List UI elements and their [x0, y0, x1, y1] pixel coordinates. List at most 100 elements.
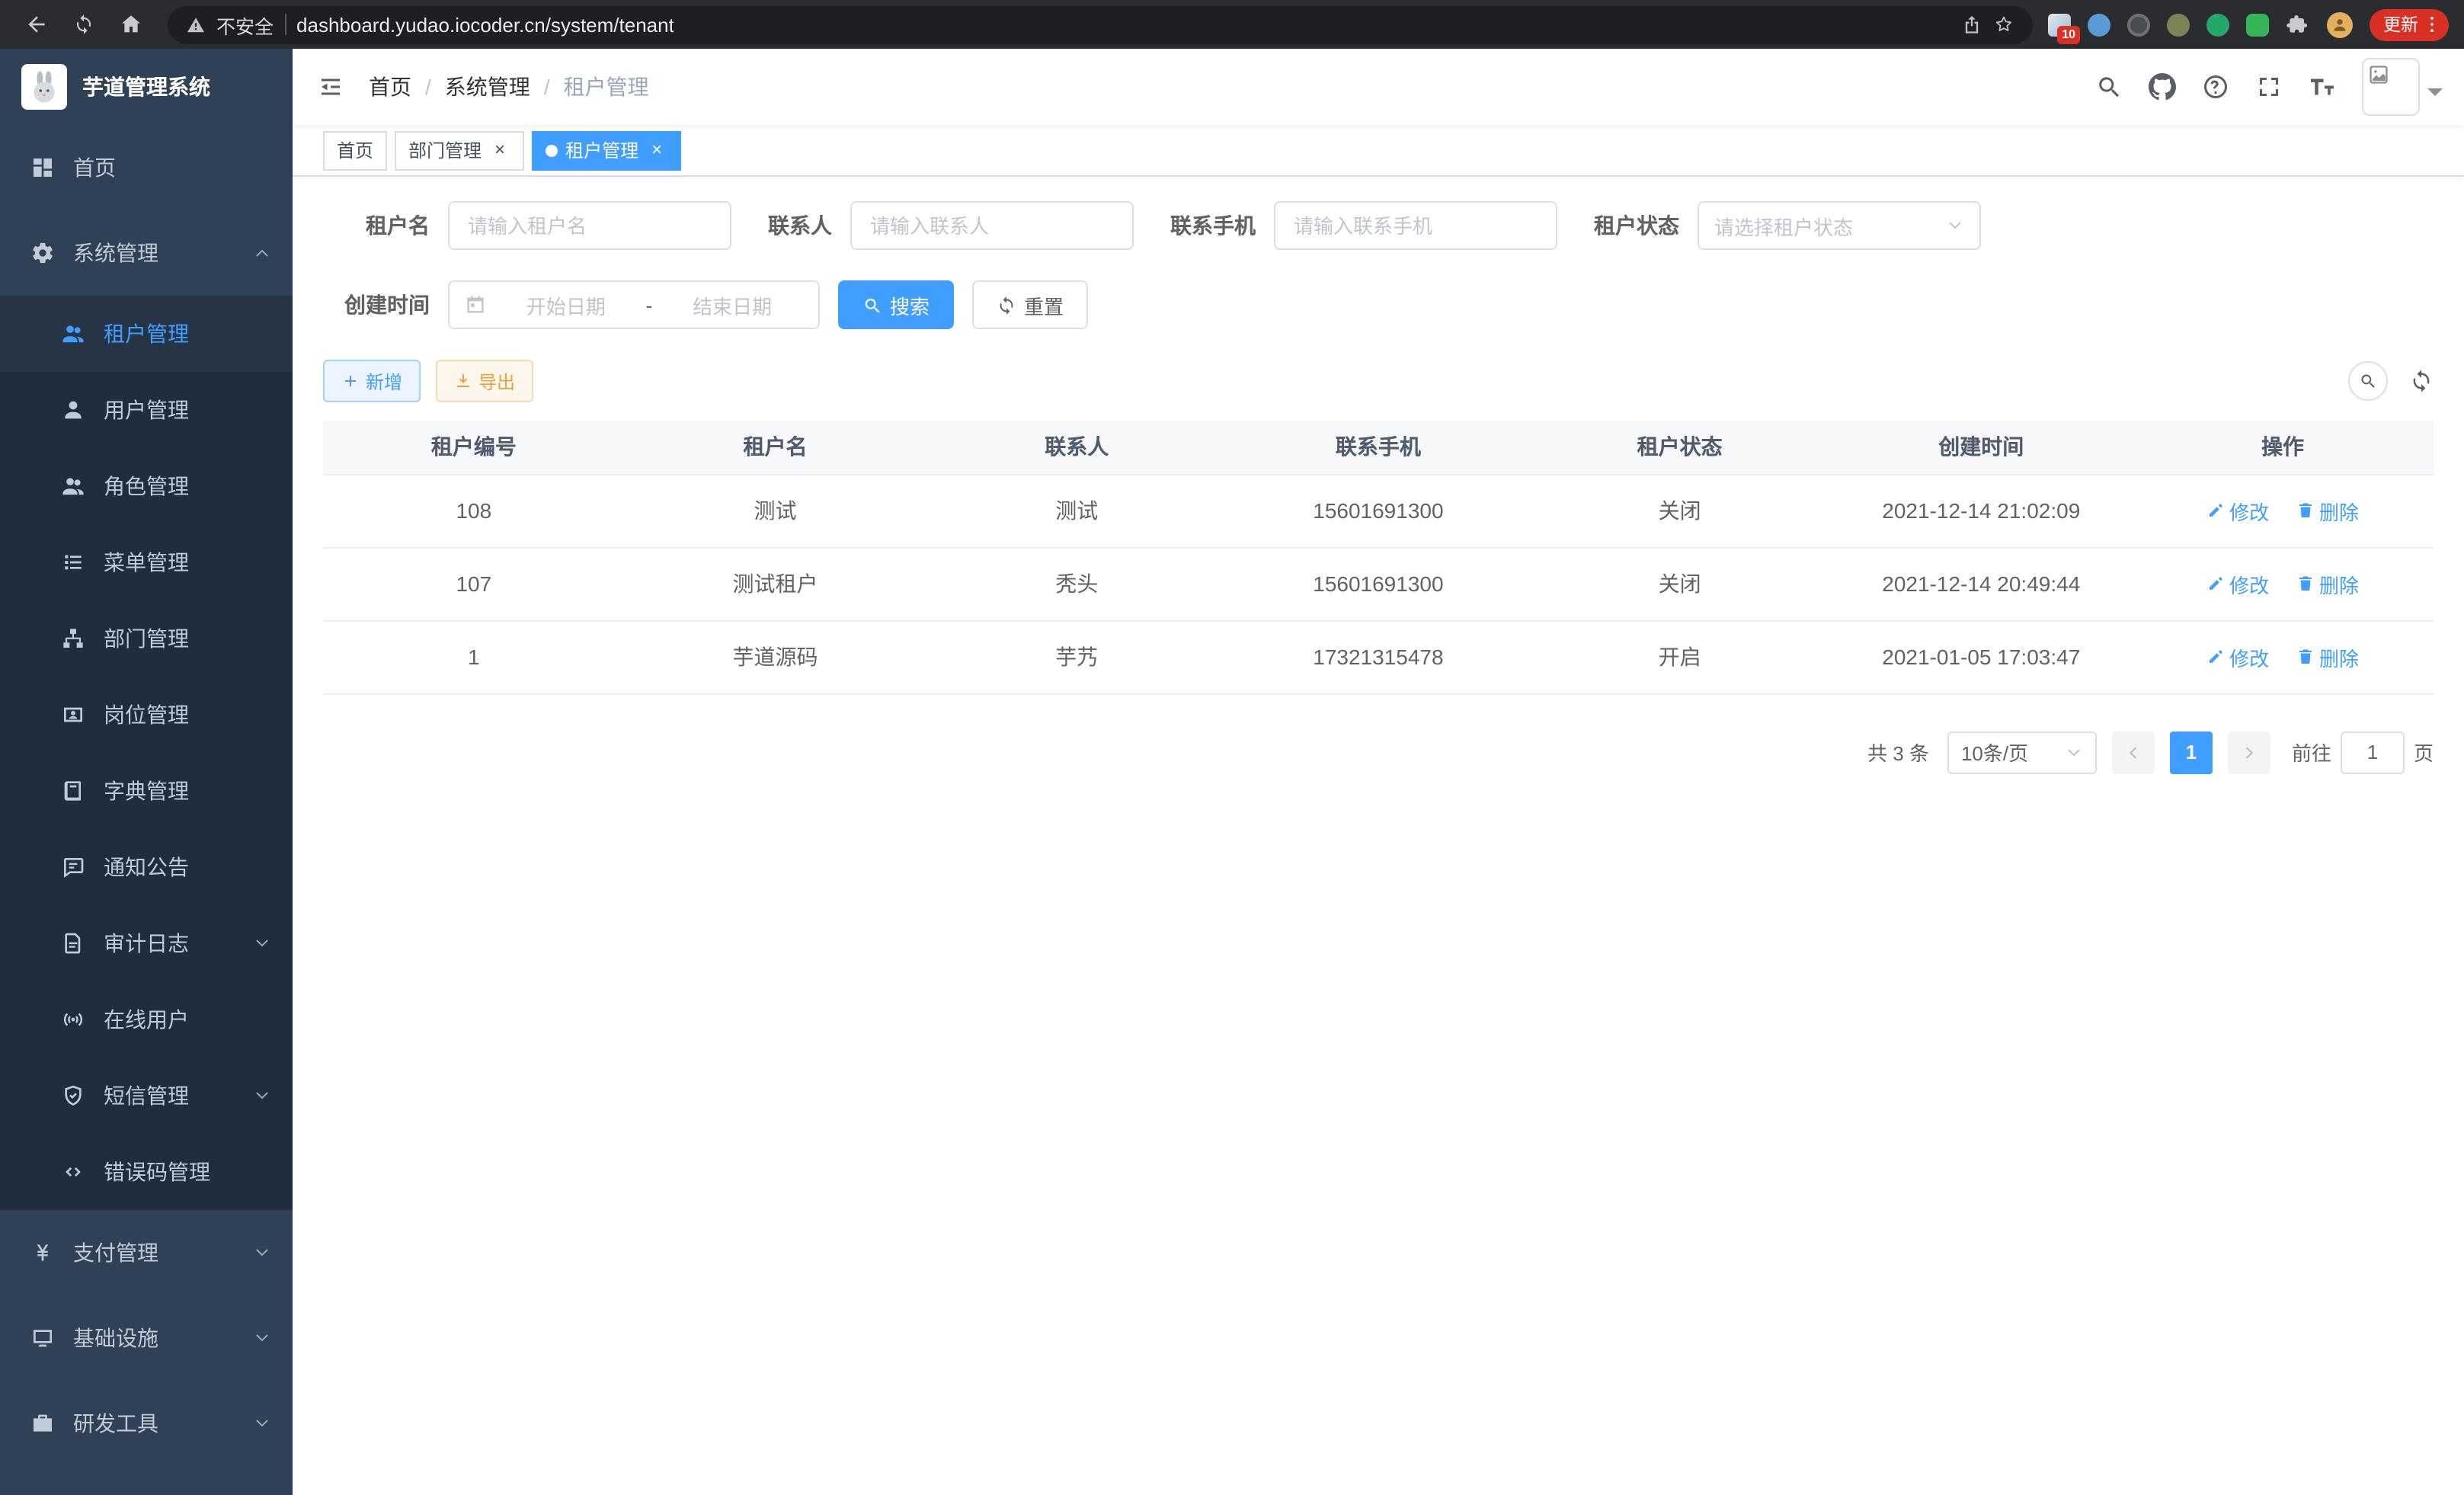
prev-page-button[interactable] — [2112, 731, 2155, 773]
user-avatar-menu[interactable] — [2362, 58, 2443, 116]
add-button[interactable]: 新增 — [323, 360, 421, 402]
bookmark-star-button[interactable] — [1993, 14, 2014, 35]
extension-button-2[interactable] — [2088, 13, 2110, 36]
edit-label: 修改 — [2229, 496, 2269, 525]
sidebar-item-tenant[interactable]: 租户管理 — [0, 296, 293, 372]
export-button[interactable]: 导出 — [436, 360, 533, 402]
sidebar-item-label: 角色管理 — [104, 471, 189, 501]
sidebar-item-role[interactable]: 角色管理 — [0, 448, 293, 524]
browser-update-button[interactable]: 更新 — [2370, 8, 2449, 40]
sidebar-item-user[interactable]: 用户管理 — [0, 372, 293, 448]
col-tenant-id: 租户编号 — [323, 421, 625, 474]
security-label[interactable]: 不安全 — [216, 10, 274, 39]
delete-button[interactable]: 删除 — [2296, 642, 2359, 671]
app-title: 芋道管理系统 — [82, 72, 210, 102]
sidebar-item-auditlog[interactable]: 审计日志 — [0, 905, 293, 981]
help-button[interactable] — [2202, 73, 2229, 101]
search-button[interactable]: 搜索 — [838, 280, 954, 329]
browser-home-button[interactable] — [119, 12, 143, 37]
extension-button-6[interactable] — [2246, 13, 2269, 36]
share-button[interactable] — [1961, 14, 1982, 35]
phone-input[interactable] — [1274, 201, 1557, 250]
table-row: 107 测试租户 秃头 15601691300 关闭 2021-12-14 20… — [323, 547, 2434, 620]
edit-pencil-icon — [2206, 575, 2225, 593]
reset-button[interactable]: 重置 — [972, 280, 1088, 329]
col-contact: 联系人 — [926, 421, 1227, 474]
role-users-icon — [61, 474, 85, 498]
extension-button-5[interactable] — [2206, 13, 2229, 36]
sidebar-collapse-button[interactable] — [293, 73, 369, 101]
tenant-name-input[interactable] — [448, 201, 731, 250]
extension-button-3[interactable] — [2127, 13, 2150, 36]
browser-menu-dots-icon[interactable] — [2421, 14, 2443, 35]
font-size-button[interactable] — [2309, 73, 2336, 101]
tab-label: 首页 — [337, 137, 373, 163]
reset-button-label: 重置 — [1024, 290, 1064, 319]
contact-input[interactable] — [850, 201, 1134, 250]
chevron-right-icon — [2240, 743, 2258, 761]
sidebar-item-notice[interactable]: 通知公告 — [0, 829, 293, 905]
close-icon[interactable]: × — [646, 139, 667, 161]
sidebar-item-system[interactable]: 系统管理 — [0, 210, 293, 296]
delete-button[interactable]: 删除 — [2296, 496, 2359, 525]
tab-label: 部门管理 — [408, 137, 482, 163]
delete-button[interactable]: 删除 — [2296, 569, 2359, 598]
sidebar-item-menu[interactable]: 菜单管理 — [0, 524, 293, 600]
refresh-table-button[interactable] — [2409, 369, 2434, 393]
goto-label: 前往 — [2292, 738, 2331, 767]
header-search-button[interactable] — [2095, 73, 2123, 101]
goto-page-input[interactable] — [2341, 731, 2405, 773]
sidebar-item-pay[interactable]: 支付管理 — [0, 1210, 293, 1295]
download-icon — [454, 372, 472, 390]
url-text[interactable]: dashboard.yudao.iocoder.cn/system/tenant — [296, 13, 674, 36]
create-time-range-picker[interactable]: 开始日期 - 结束日期 — [448, 280, 820, 329]
sidebar-item-post[interactable]: 岗位管理 — [0, 677, 293, 753]
extensions-menu-button[interactable] — [2286, 12, 2310, 37]
toolbar-right-actions — [2348, 361, 2434, 401]
sidebar-item-infra[interactable]: 基础设施 — [0, 1295, 293, 1381]
browser-back-button[interactable] — [24, 12, 49, 37]
table-header-row: 租户编号 租户名 联系人 联系手机 租户状态 创建时间 操作 — [323, 421, 2434, 474]
breadcrumb-system[interactable]: 系统管理 — [445, 72, 530, 102]
edit-button[interactable]: 修改 — [2206, 496, 2269, 525]
fullscreen-button[interactable] — [2255, 73, 2283, 101]
browser-profile-avatar[interactable] — [2327, 11, 2353, 37]
edit-button[interactable]: 修改 — [2206, 569, 2269, 598]
sidebar-item-online-user[interactable]: 在线用户 — [0, 981, 293, 1058]
sidebar-item-home[interactable]: 首页 — [0, 125, 293, 210]
sidebar-item-sms[interactable]: 短信管理 — [0, 1058, 293, 1134]
next-page-button[interactable] — [2228, 731, 2270, 773]
tab-tenant[interactable]: 租户管理 × — [532, 130, 681, 170]
toggle-search-button[interactable] — [2348, 361, 2388, 401]
tab-dept[interactable]: 部门管理 × — [395, 130, 524, 170]
tenant-status-select[interactable]: 请选择租户状态 — [1698, 201, 1981, 250]
avatar[interactable] — [2362, 58, 2420, 116]
close-icon[interactable]: × — [489, 139, 510, 161]
hamburger-fold-icon — [317, 73, 344, 101]
sidebar-item-label: 租户管理 — [104, 319, 189, 349]
sidebar-item-devtool[interactable]: 研发工具 — [0, 1381, 293, 1466]
extension-button-1[interactable]: 10 — [2048, 13, 2071, 36]
address-bar-separator — [284, 14, 286, 35]
sidebar-item-label: 首页 — [73, 152, 116, 183]
code-icon — [61, 1160, 85, 1184]
tab-home[interactable]: 首页 — [323, 130, 387, 170]
sidebar-item-dept[interactable]: 部门管理 — [0, 600, 293, 677]
col-tenant-name: 租户名 — [625, 421, 926, 474]
extension-button-4[interactable] — [2167, 13, 2190, 36]
cell-created: 2021-01-05 17:03:47 — [1830, 620, 2132, 693]
sidebar-item-errorcode[interactable]: 错误码管理 — [0, 1134, 293, 1210]
col-actions: 操作 — [2132, 421, 2434, 474]
address-bar[interactable]: 不安全 dashboard.yudao.iocoder.cn/system/te… — [168, 5, 2033, 43]
breadcrumb-current: 租户管理 — [564, 72, 649, 102]
page-size-select[interactable]: 10条/页 — [1947, 731, 2097, 773]
edit-button[interactable]: 修改 — [2206, 642, 2269, 671]
org-tree-icon — [61, 626, 85, 651]
breadcrumb-home[interactable]: 首页 — [369, 72, 411, 102]
github-link[interactable] — [2149, 73, 2176, 101]
browser-refresh-button[interactable] — [73, 14, 94, 35]
sidebar-item-dict[interactable]: 字典管理 — [0, 753, 293, 829]
tags-view: 首页 部门管理 × 租户管理 × — [293, 125, 2464, 177]
page-1-button[interactable]: 1 — [2170, 731, 2213, 773]
book-icon — [61, 779, 85, 803]
